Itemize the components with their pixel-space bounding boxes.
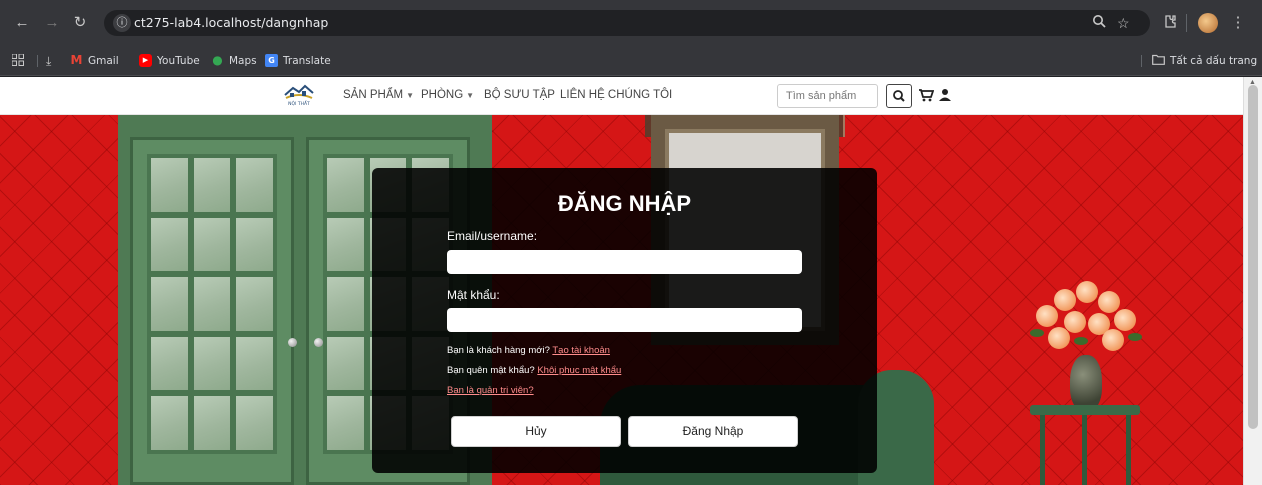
folder-icon [1152, 54, 1165, 68]
bookmark-label: Translate [283, 54, 331, 67]
all-bookmarks-label: Tất cả dấu trang [1170, 55, 1258, 67]
apps-grid-icon[interactable] [12, 54, 24, 66]
login-submit-button[interactable]: Đăng Nhập [628, 416, 798, 447]
admin-line: Bạn là quản trị viên? [447, 385, 534, 396]
back-icon[interactable]: ← [12, 13, 32, 33]
password-label: Mật khẩu: [447, 288, 500, 302]
browser-toolbar: ← → ↻ ⓘ ct275-lab4.localhost/dangnhap ☆ … [0, 0, 1262, 46]
search-placeholder: Tìm sản phẩm [786, 90, 857, 102]
product-search-input[interactable]: Tìm sản phẩm [777, 84, 878, 108]
door-knob [314, 338, 323, 347]
login-form-card: ĐĂNG NHẬP Email/username: Mật khẩu: Bạn … [372, 168, 877, 473]
caret-down-icon: ▼ [466, 91, 475, 100]
forgot-password-text: Bạn quên mật khẩu? [447, 365, 535, 376]
translate-icon: G [265, 54, 278, 67]
page-scrollbar[interactable]: ▲ [1243, 77, 1262, 485]
bookmarks-bar: ⤓ M Gmail ▶ YouTube ● Maps G Translate T… [0, 46, 1262, 76]
bookmark-label: Gmail [88, 54, 119, 67]
toolbar-divider [1186, 14, 1187, 32]
bookmarks-divider [1141, 55, 1142, 67]
download-icon[interactable]: ⤓ [46, 54, 51, 69]
site-logo[interactable]: NỘI THẤT [282, 81, 316, 111]
web-page: NỘI THẤT SẢN PHẨM ▼ PHÒNG ▼ BỘ SƯU TẬP LIÊ… [0, 77, 1243, 485]
youtube-icon: ▶ [139, 54, 152, 67]
side-table [1030, 405, 1140, 415]
search-button[interactable] [886, 84, 912, 108]
door-left-leaf [130, 137, 294, 485]
menu-label: SẢN PHẨM [343, 89, 404, 101]
address-bar[interactable]: ⓘ ct275-lab4.localhost/dangnhap ☆ [104, 10, 1150, 36]
bookmark-translate[interactable]: G Translate [265, 54, 331, 67]
zoom-icon[interactable] [1092, 14, 1106, 32]
door-knob [288, 338, 297, 347]
email-input[interactable] [447, 250, 802, 274]
scrollbar-thumb[interactable] [1248, 85, 1258, 429]
menu-label: LIÊN HỆ CHÚNG TÔI [560, 89, 673, 101]
bookmark-label: YouTube [157, 54, 200, 67]
email-label: Email/username: [447, 229, 538, 243]
recover-password-link[interactable]: Khôi phục mật khẩu [537, 365, 621, 376]
vase [1070, 355, 1102, 411]
extensions-icon[interactable] [1160, 13, 1180, 33]
user-icon[interactable] [937, 86, 953, 104]
menu-bo-suu-tap[interactable]: BỘ SƯU TẬP [484, 89, 555, 101]
gmail-icon: M [70, 53, 83, 67]
menu-label: PHÒNG [421, 89, 464, 101]
menu-lien-he[interactable]: LIÊN HỆ CHÚNG TÔI [560, 89, 672, 101]
table-leg [1082, 415, 1087, 485]
site-navbar: NỘI THẤT SẢN PHẨM ▼ PHÒNG ▼ BỘ SƯU TẬP LIÊ… [0, 77, 1243, 115]
url-text: ct275-lab4.localhost/dangnhap [134, 15, 329, 30]
svg-text:NỘI THẤT: NỘI THẤT [288, 99, 310, 107]
menu-label: BỘ SƯU TẬP [484, 89, 555, 101]
all-bookmarks-button[interactable]: Tất cả dấu trang [1152, 54, 1257, 68]
more-menu-icon[interactable]: ⋮ [1228, 13, 1248, 33]
search-icon [893, 90, 905, 102]
new-customer-text: Bạn là khách hàng mới? [447, 345, 550, 356]
maps-icon: ● [212, 53, 223, 67]
site-info-icon[interactable]: ⓘ [113, 14, 131, 32]
password-input[interactable] [447, 308, 802, 332]
cancel-button[interactable]: Hủy [451, 416, 621, 447]
table-leg [1040, 415, 1045, 485]
bookmark-youtube[interactable]: ▶ YouTube [139, 54, 200, 67]
bookmarks-divider [37, 55, 38, 67]
bookmark-maps[interactable]: ● Maps [211, 53, 257, 67]
bookmark-star-icon[interactable]: ☆ [1117, 14, 1130, 32]
menu-san-pham[interactable]: SẢN PHẨM ▼ [343, 89, 414, 101]
flower-bouquet [1030, 275, 1142, 355]
bookmark-label: Maps [229, 54, 257, 67]
new-customer-line: Bạn là khách hàng mới? Tạo tài khoản [447, 345, 610, 356]
admin-login-link[interactable]: Bạn là quản trị viên? [447, 385, 534, 396]
menu-phong[interactable]: PHÒNG ▼ [421, 89, 474, 101]
login-title: ĐĂNG NHẬP [557, 191, 692, 216]
caret-down-icon: ▼ [406, 91, 414, 100]
profile-avatar[interactable] [1198, 13, 1218, 33]
table-leg [1126, 415, 1131, 485]
cart-icon[interactable] [918, 86, 935, 104]
create-account-link[interactable]: Tạo tài khoản [552, 345, 610, 356]
bookmark-gmail[interactable]: M Gmail [70, 54, 119, 67]
forgot-password-line: Bạn quên mật khẩu? Khôi phục mật khẩu [447, 365, 621, 376]
forward-icon[interactable]: → [42, 13, 62, 33]
reload-icon[interactable]: ↻ [70, 13, 90, 33]
